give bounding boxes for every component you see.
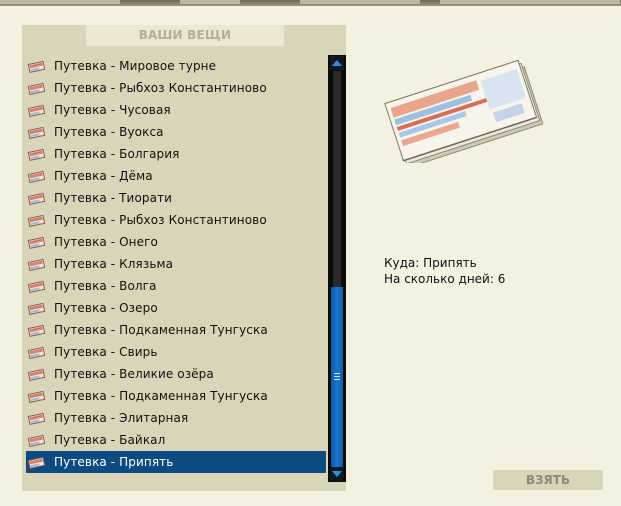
- list-item[interactable]: Путевка - Онего: [26, 231, 326, 253]
- list-item-label: Путевка - Озеро: [54, 301, 158, 315]
- ticket-icon: [27, 433, 46, 447]
- list-item[interactable]: Путевка - Рыбхоз Константиново: [26, 77, 326, 99]
- ticket-icon: [27, 81, 46, 95]
- list-item-label: Путевка - Элитарная: [54, 411, 189, 425]
- arrow-up-icon: [332, 60, 342, 66]
- list-item[interactable]: Путевка - Чусовая: [26, 99, 326, 121]
- list-item[interactable]: Путевка - Подкаменная Тунгуска: [26, 319, 326, 341]
- ticket-icon: [27, 345, 46, 359]
- ticket-icon: [27, 367, 46, 381]
- list-item[interactable]: Путевка - Клязьма: [26, 253, 326, 275]
- list-item[interactable]: Путевка - Тиорати: [26, 187, 326, 209]
- list-item-label: Путевка - Вуокса: [54, 125, 164, 139]
- list-item-label: Путевка - Тиорати: [54, 191, 173, 205]
- ticket-icon: [27, 301, 46, 315]
- list-item-label: Путевка - Болгария: [54, 147, 180, 161]
- ticket-icon: [27, 103, 46, 117]
- days-row: На сколько дней: 6: [384, 271, 505, 287]
- list-item-label: Путевка - Рыбхоз Константиново: [54, 213, 267, 227]
- inventory-list: Путевка - Мировое турне Путевка - Рыбхоз …: [26, 55, 326, 473]
- list-item-label: Путевка - Чусовая: [54, 103, 171, 117]
- list-item-label: Путевка - Клязьма: [54, 257, 174, 271]
- item-details: Куда: Припять На сколько дней: 6: [384, 255, 505, 287]
- list-item[interactable]: Путевка - Байкал: [26, 429, 326, 451]
- arrow-down-icon: [332, 471, 342, 477]
- list-item-label: Путевка - Дёма: [54, 169, 153, 183]
- list-item[interactable]: Путевка - Озеро: [26, 297, 326, 319]
- ticket-icon: [27, 257, 46, 271]
- list-item[interactable]: Путевка - Рыбхоз Константиново: [26, 209, 326, 231]
- list-item-label: Путевка - Свирь: [54, 345, 158, 359]
- ticket-icon: [27, 279, 46, 293]
- list-item[interactable]: Путевка - Дёма: [26, 165, 326, 187]
- ticket-icon: [27, 59, 46, 73]
- destination-value: Припять: [423, 256, 477, 270]
- ticket-icon: [27, 411, 46, 425]
- inventory-title: ВАШИ ВЕЩИ: [86, 25, 284, 46]
- ticket-icon: [27, 125, 46, 139]
- list-item[interactable]: Путевка - Элитарная: [26, 407, 326, 429]
- list-item[interactable]: Путевка - Вуокса: [26, 121, 326, 143]
- list-item-label: Путевка - Байкал: [54, 433, 166, 447]
- top-strip: [0, 0, 621, 6]
- take-button[interactable]: ВЗЯТЬ: [493, 470, 603, 490]
- days-value: 6: [497, 272, 506, 286]
- ticket-booklet-image: [384, 59, 544, 163]
- ticket-icon: [27, 147, 46, 161]
- ticket-icon: [27, 169, 46, 183]
- scroll-thumb[interactable]: [331, 287, 343, 467]
- list-item[interactable]: Путевка - Подкаменная Тунгуска: [26, 385, 326, 407]
- ticket-icon: [27, 235, 46, 249]
- list-item[interactable]: Путевка - Припять: [26, 451, 326, 473]
- list-item-label: Путевка - Онего: [54, 235, 158, 249]
- list-item-label: Путевка - Подкаменная Тунгуска: [54, 323, 268, 337]
- list-item-label: Путевка - Великие озёра: [54, 367, 214, 381]
- list-item-label: Путевка - Мировое турне: [54, 59, 217, 73]
- destination-label: Куда:: [384, 256, 420, 270]
- list-item-label: Путевка - Припять: [54, 455, 174, 469]
- scrollbar[interactable]: [328, 55, 346, 482]
- days-label: На сколько дней:: [384, 272, 494, 286]
- ticket-icon: [27, 323, 46, 337]
- list-item-label: Путевка - Рыбхоз Константиново: [54, 81, 267, 95]
- list-item-label: Путевка - Подкаменная Тунгуска: [54, 389, 268, 403]
- list-item[interactable]: Путевка - Мировое турне: [26, 55, 326, 77]
- list-item[interactable]: Путевка - Свирь: [26, 341, 326, 363]
- ticket-icon: [27, 191, 46, 205]
- list-item[interactable]: Путевка - Волга: [26, 275, 326, 297]
- list-item[interactable]: Путевка - Болгария: [26, 143, 326, 165]
- ticket-icon: [27, 455, 46, 469]
- scroll-down-button[interactable]: [330, 467, 344, 481]
- ticket-icon: [27, 389, 46, 403]
- scroll-up-button[interactable]: [330, 56, 344, 70]
- list-item-label: Путевка - Волга: [54, 279, 157, 293]
- list-item[interactable]: Путевка - Великие озёра: [26, 363, 326, 385]
- destination-row: Куда: Припять: [384, 255, 505, 271]
- ticket-icon: [27, 213, 46, 227]
